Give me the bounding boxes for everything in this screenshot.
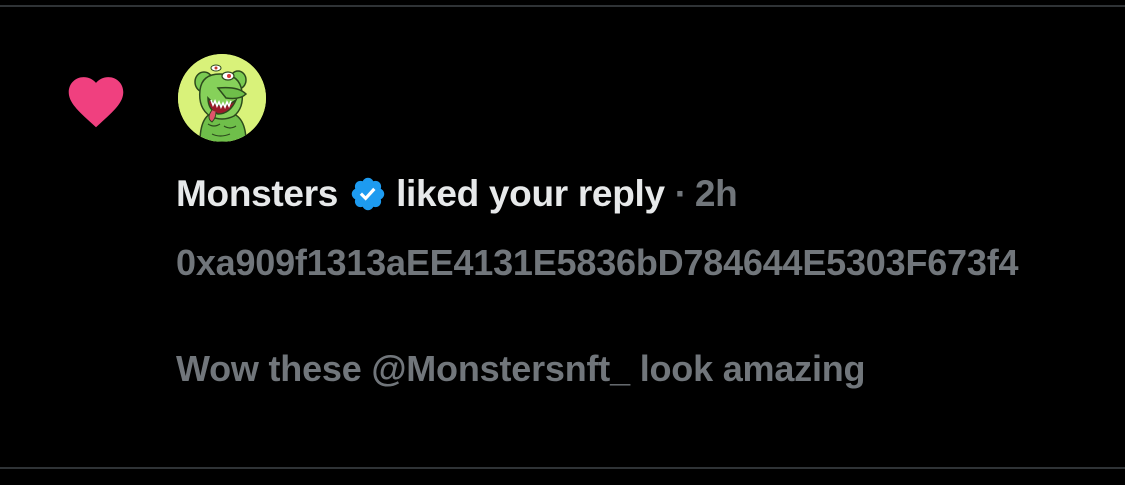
verified-badge-icon xyxy=(351,177,385,211)
timestamp[interactable]: 2h xyxy=(695,173,738,215)
divider-bottom xyxy=(0,467,1125,469)
action-text: liked your reply xyxy=(396,173,665,214)
monster-avatar-image xyxy=(178,54,266,142)
separator-dot: · xyxy=(674,173,687,214)
avatar[interactable] xyxy=(178,54,266,142)
reply-text: 0xa909f1313aEE4131E5836bD784644E5303F673… xyxy=(176,242,1019,389)
user-name[interactable]: Monsters xyxy=(176,173,338,215)
like-notification[interactable]: Monsters liked your reply · 2h 0xa909f13… xyxy=(0,7,1125,467)
heart-icon xyxy=(68,77,124,128)
notification-headline: Monsters liked your reply · 2h xyxy=(176,169,738,219)
